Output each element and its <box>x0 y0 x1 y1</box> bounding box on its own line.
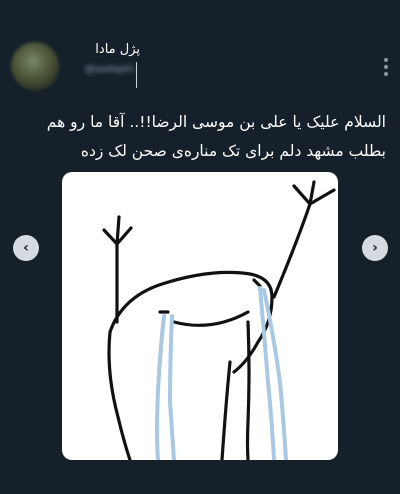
chevron-right-icon: › <box>372 240 378 256</box>
tweet-text-line-1: السلام علیک یا علی بن موسی الرضا!!.. آقا… <box>46 113 386 131</box>
text-cursor <box>136 62 137 88</box>
author-name[interactable]: پژل مادا <box>76 42 140 57</box>
avatar[interactable] <box>11 42 59 90</box>
tweet-header: پژل مادا @sadaphi • • • <box>0 0 400 110</box>
carousel-next-button[interactable]: › <box>362 235 388 261</box>
author-handle[interactable]: @sadaphi <box>70 64 134 82</box>
tweet-media-image[interactable] <box>62 172 338 460</box>
chevron-left-icon: ‹ <box>23 240 29 256</box>
carousel-prev-button[interactable]: ‹ <box>13 235 39 261</box>
tweet-text: السلام علیک یا علی بن موسی الرضا!!.. آقا… <box>14 108 386 166</box>
crying-stick-figure-drawing <box>102 180 336 460</box>
more-options-icon[interactable]: • • • <box>380 54 392 82</box>
tweet-text-line-2: بطلب مشهد دلم برای تک مناره‌ی صحن لک زده <box>80 142 386 160</box>
